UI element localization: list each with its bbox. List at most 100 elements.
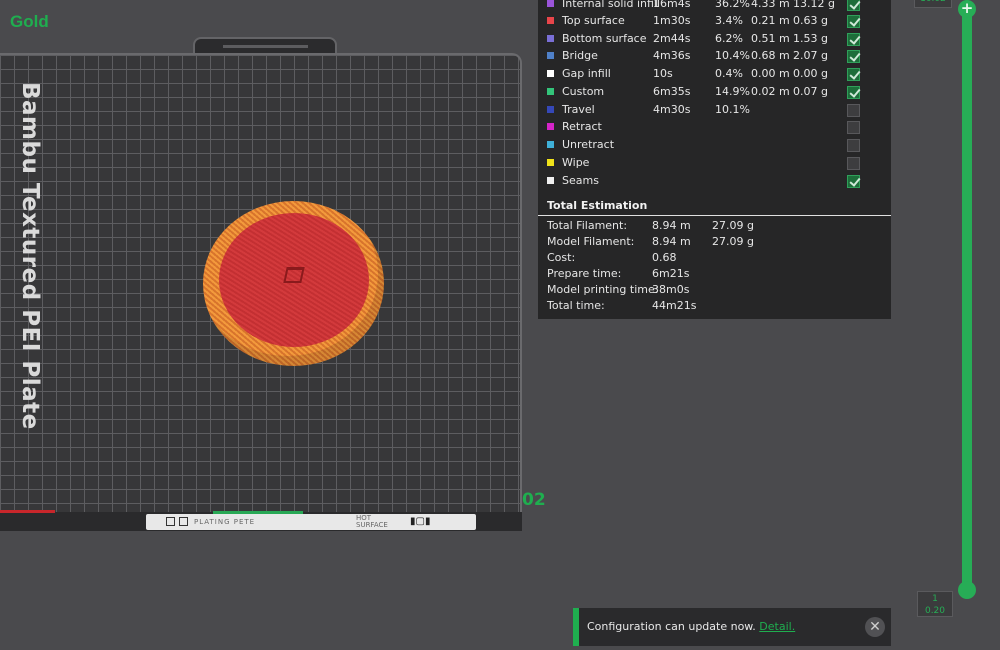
estimation-value: 8.94 m: [652, 235, 691, 248]
top-layer-value: 10.02: [914, 0, 952, 8]
legend-visibility-checkbox[interactable]: [847, 0, 860, 11]
legend-time: 4m36s: [653, 49, 691, 62]
legend-length: 0.21 m: [751, 14, 790, 27]
legend-visibility-checkbox[interactable]: [847, 121, 860, 134]
legend-percent: 14.9%: [715, 85, 750, 98]
estimation-key: Model printing time:: [547, 283, 659, 296]
legend-visibility-checkbox[interactable]: [847, 33, 860, 46]
legend-weight: 2.07 g: [793, 49, 828, 62]
legend-label: Bottom surface: [562, 32, 647, 45]
legend-row: Bottom surface 2m44s 6.2% 0.51 m 1.53 g: [538, 30, 891, 48]
estimation-divider: [538, 215, 891, 216]
legend-label: Gap infill: [562, 67, 611, 80]
estimation-key: Total Filament:: [547, 219, 628, 232]
legend-row: Unretract: [538, 136, 891, 154]
estimation-row: Prepare time: 6m21s: [538, 266, 891, 282]
legend-color-swatch: [547, 35, 554, 42]
legend-label: Bridge: [562, 49, 598, 62]
legend-color-swatch: [547, 88, 554, 95]
layer-slider-bottom-handle[interactable]: [958, 581, 976, 599]
model-marker: [283, 267, 305, 283]
notification-detail-link[interactable]: Detail.: [759, 620, 795, 633]
legend-visibility-checkbox[interactable]: [847, 139, 860, 152]
legend-color-swatch: [547, 177, 554, 184]
estimation-value: 8.94 m: [652, 219, 691, 232]
estimation-value: 44m21s: [652, 299, 697, 312]
legend-row: Wipe: [538, 154, 891, 172]
legend-label: Travel: [562, 103, 595, 116]
legend-label: Top surface: [562, 14, 625, 27]
legend-percent: 3.4%: [715, 14, 743, 27]
legend-length: 0.00 m: [751, 67, 790, 80]
plate-label: Bambu Textured PEI Plate: [17, 82, 43, 430]
legend-visibility-checkbox[interactable]: [847, 175, 860, 188]
legend-color-swatch: [547, 123, 554, 130]
legend-row: Seams: [538, 172, 891, 190]
legend-weight: 0.07 g: [793, 85, 828, 98]
bottom-layer-height: 0.20: [924, 606, 946, 616]
legend-label: Seams: [562, 174, 599, 187]
estimation-key: Prepare time:: [547, 267, 622, 280]
legend-percent: 6.2%: [715, 32, 743, 45]
legend-weight: 1.53 g: [793, 32, 828, 45]
legend-time: 4m30s: [653, 103, 691, 116]
notification-bar: Configuration can update now. Detail. ✕: [573, 608, 891, 646]
estimation-value-secondary: 27.09 g: [712, 219, 754, 232]
legend-length: 0.02 m: [751, 85, 790, 98]
plate-sticker-text: PLATING PETE: [194, 518, 256, 526]
gcode-legend: Total Estimation Internal solid infill 16…: [538, 0, 891, 319]
estimation-key: Total time:: [547, 299, 605, 312]
plate-sticker-small: HOT SURFACE: [356, 514, 388, 529]
plate-name: Gold: [10, 12, 49, 31]
legend-percent: 0.4%: [715, 67, 743, 80]
legend-row: Gap infill 10s 0.4% 0.00 m 0.00 g: [538, 65, 891, 83]
legend-label: Retract: [562, 120, 602, 133]
model-preview[interactable]: [203, 201, 384, 366]
legend-visibility-checkbox[interactable]: [847, 15, 860, 28]
legend-weight: 0.00 g: [793, 67, 828, 80]
legend-visibility-checkbox[interactable]: [847, 86, 860, 99]
legend-color-swatch: [547, 70, 554, 77]
estimation-key: Model Filament:: [547, 235, 635, 248]
legend-label: Wipe: [562, 156, 590, 169]
plate-number: 02: [522, 490, 546, 510]
estimation-value-secondary: 27.09 g: [712, 235, 754, 248]
legend-time: 1m30s: [653, 14, 691, 27]
legend-visibility-checkbox[interactable]: [847, 68, 860, 81]
plate-tools-icon: ▮▢▮: [410, 516, 431, 527]
qr-icon: [179, 517, 188, 526]
layer-slider-track[interactable]: [962, 5, 972, 588]
estimation-row: Model printing time: 38m0s: [538, 282, 891, 298]
legend-visibility-checkbox[interactable]: [847, 104, 860, 117]
legend-row: Custom 6m35s 14.9% 0.02 m 0.07 g: [538, 83, 891, 101]
legend-visibility-checkbox[interactable]: [847, 50, 860, 63]
legend-color-swatch: [547, 106, 554, 113]
estimation-row: Total Filament: 8.94 m 27.09 g: [538, 218, 891, 234]
legend-time: 2m44s: [653, 32, 691, 45]
plate-sticker: PLATING PETE HOT SURFACE ▮▢▮: [146, 514, 476, 530]
legend-label: Custom: [562, 85, 605, 98]
close-icon[interactable]: ✕: [865, 617, 885, 637]
estimation-title: Total Estimation: [547, 199, 648, 212]
estimation-row: Total time: 44m21s: [538, 298, 891, 314]
estimation-value: 0.68: [652, 251, 677, 264]
legend-row: Retract: [538, 118, 891, 136]
notification-message: Configuration can update now.: [587, 620, 756, 633]
legend-visibility-checkbox[interactable]: [847, 157, 860, 170]
legend-label: Unretract: [562, 138, 615, 151]
legend-row: Top surface 1m30s 3.4% 0.21 m 0.63 g: [538, 12, 891, 30]
legend-row: Travel 4m30s 10.1%: [538, 101, 891, 119]
legend-color-swatch: [547, 52, 554, 59]
model-top-surface: [219, 213, 369, 347]
x-axis-marker: [0, 510, 55, 513]
legend-percent: 10.4%: [715, 49, 750, 62]
legend-color-swatch: [547, 159, 554, 166]
legend-time: 10s: [653, 67, 673, 80]
legend-length: 0.51 m: [751, 32, 790, 45]
estimation-row: Cost: 0.68: [538, 250, 891, 266]
legend-color-swatch: [547, 0, 554, 7]
estimation-value: 6m21s: [652, 267, 690, 280]
legend-time: 6m35s: [653, 85, 691, 98]
layer-slider-top-handle[interactable]: +: [958, 0, 976, 18]
bottom-layer-number: 1: [932, 594, 938, 604]
